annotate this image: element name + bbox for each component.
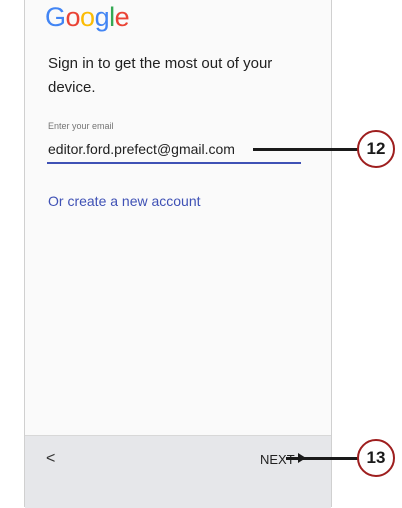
bottom-navigation-bar: < NEXT (25, 435, 331, 508)
callout-leader-line (253, 148, 358, 151)
google-logo: Google (45, 2, 130, 32)
phone-screen: Google Sign in to get the most out of yo… (24, 0, 332, 508)
callout-number: 12 (366, 139, 386, 158)
arrow-right-icon (298, 453, 306, 463)
callout-13: 13 (357, 439, 395, 477)
back-button[interactable]: < (46, 450, 55, 468)
callout-number: 13 (366, 448, 386, 467)
page-title: Sign in to get the most out of your devi… (48, 55, 273, 96)
email-field-label: Enter your email (48, 121, 114, 131)
create-account-link[interactable]: Or create a new account (48, 193, 201, 209)
callout-leader-line (286, 457, 358, 460)
email-field[interactable] (47, 138, 301, 164)
callout-12: 12 (357, 130, 395, 168)
